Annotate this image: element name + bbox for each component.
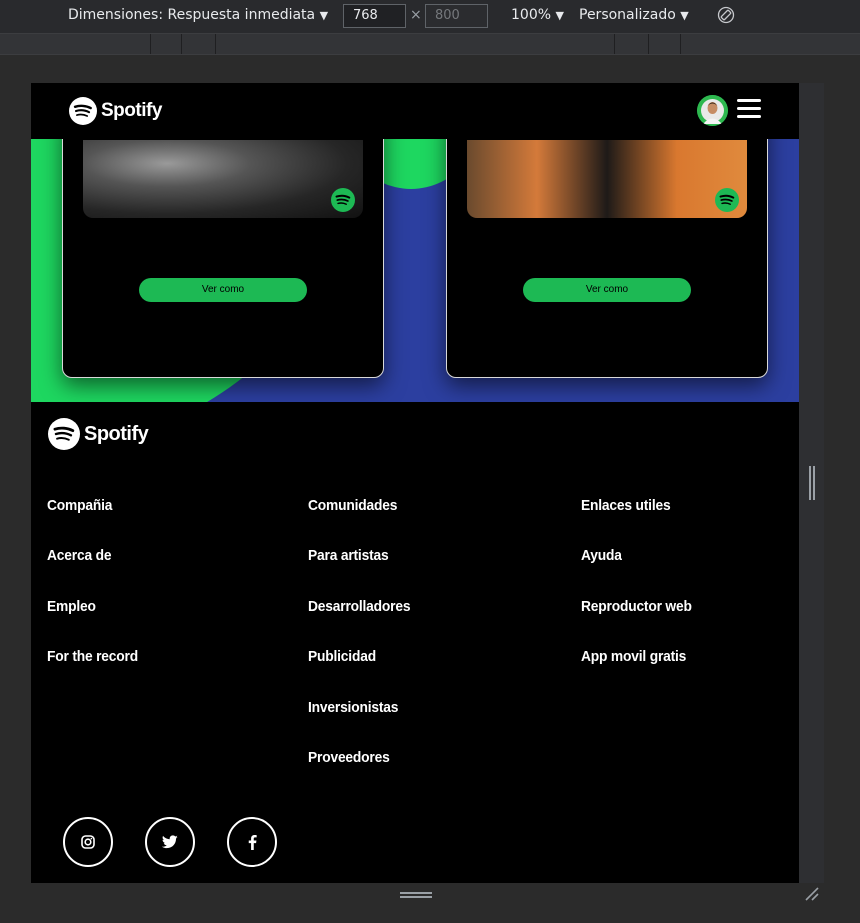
spotify-icon — [69, 97, 97, 125]
footer-link[interactable]: Para artistas — [308, 547, 410, 597]
device-viewport: Ver como Ver como Spotify Spotify Compañ… — [31, 83, 799, 883]
instagram-icon — [81, 835, 95, 849]
footer-link[interactable]: Comunidades — [308, 497, 410, 547]
width-input[interactable]: 768 — [343, 4, 406, 28]
right-resize-handle[interactable] — [809, 466, 815, 500]
footer-link[interactable]: Empleo — [47, 598, 138, 648]
throttle-dropdown[interactable]: Personalizado ▼ — [579, 7, 689, 23]
times-sign: × — [410, 7, 422, 23]
footer-link[interactable]: Reproductor web — [581, 598, 692, 648]
footer-link[interactable]: Ayuda — [581, 547, 692, 597]
zoom-dropdown[interactable]: 100% ▼ — [511, 7, 564, 23]
zoom-label: 100% — [511, 7, 552, 23]
footer-spotify-logo[interactable]: Spotify — [48, 418, 149, 450]
spotify-icon — [715, 188, 739, 212]
card-image-earbuds — [83, 140, 363, 218]
ver-como-button[interactable]: Ver como — [523, 278, 691, 302]
chevron-down-icon: ▼ — [555, 9, 564, 22]
footer-link[interactable]: App movil gratis — [581, 648, 692, 698]
logo-text: Spotify — [101, 100, 162, 121]
bottom-resize-handle[interactable] — [400, 892, 432, 898]
instagram-button[interactable] — [63, 817, 113, 867]
corner-resize-icon[interactable] — [804, 886, 820, 902]
footer-link[interactable]: Publicidad — [308, 648, 410, 698]
hero-section: Ver como Ver como — [31, 139, 799, 402]
avatar[interactable] — [697, 95, 728, 126]
card-image-microphone — [467, 140, 747, 218]
facebook-button[interactable] — [227, 817, 277, 867]
devtools-device-toolbar: Dimensiones: Respuesta inmediata ▼ 768 ×… — [0, 0, 860, 33]
hamburger-menu-icon[interactable] — [737, 99, 761, 121]
spotify-icon — [48, 418, 80, 450]
spotify-logo[interactable]: Spotify — [69, 97, 162, 125]
media-query-ruler — [0, 33, 860, 55]
navbar: Spotify — [31, 83, 799, 139]
chevron-down-icon: ▼ — [319, 9, 329, 22]
footer-link[interactable]: Enlaces utiles — [581, 497, 692, 547]
footer-link[interactable]: Compañia — [47, 497, 138, 547]
user-avatar-image — [697, 95, 728, 126]
rotate-icon[interactable] — [716, 5, 736, 25]
height-input[interactable]: 800 — [425, 4, 488, 28]
podcast-card: Ver como — [62, 139, 384, 378]
footer-link[interactable]: Desarrolladores — [308, 598, 411, 648]
dimensions-label: Dimensiones: Respuesta inmediata — [68, 7, 316, 23]
footer-link[interactable]: Acerca de — [47, 547, 138, 597]
twitter-button[interactable] — [145, 817, 195, 867]
footer-column-enlaces: Enlaces utiles Ayuda Reproductor web App… — [581, 497, 701, 699]
footer-logo-text: Spotify — [84, 422, 149, 445]
twitter-icon — [162, 835, 178, 849]
footer-link[interactable]: For the record — [47, 648, 138, 698]
footer-column-compania: Compañia Acerca de Empleo For the record — [47, 497, 146, 699]
podcast-card: Ver como — [446, 139, 768, 378]
footer-link[interactable]: Inversionistas — [308, 699, 410, 749]
footer-link[interactable]: Proveedores — [308, 749, 410, 799]
footer: Spotify Compañia Acerca de Empleo For th… — [31, 402, 799, 883]
footer-column-comunidades: Comunidades Para artistas Desarrolladore… — [308, 497, 419, 799]
chevron-down-icon: ▼ — [680, 9, 689, 22]
ver-como-button[interactable]: Ver como — [139, 278, 307, 302]
dimensions-dropdown[interactable]: Dimensiones: Respuesta inmediata ▼ — [68, 7, 328, 23]
facebook-icon — [248, 834, 257, 850]
throttle-label: Personalizado — [579, 7, 676, 23]
spotify-icon — [331, 188, 355, 212]
